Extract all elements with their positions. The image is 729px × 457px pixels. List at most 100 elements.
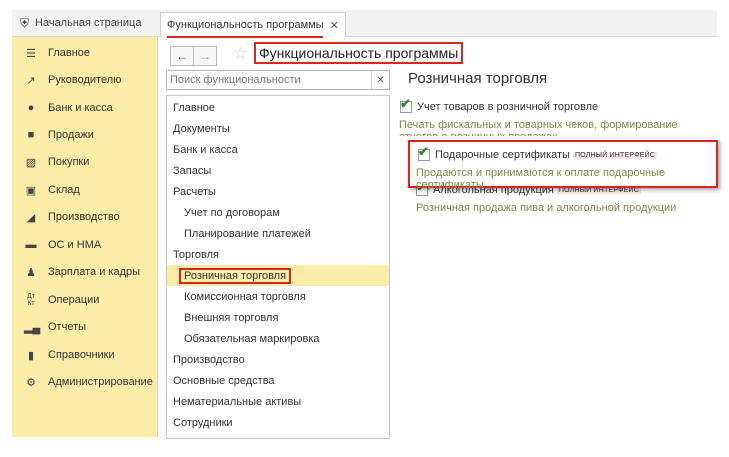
tree-item-contracts[interactable]: Учет по договорам <box>167 202 389 223</box>
tab-home-label: Начальная страница <box>35 17 142 29</box>
option-description: Продаются и принимаются к оплате подароч… <box>416 167 666 191</box>
tree-item-label: Сотрудники <box>173 416 233 429</box>
tree-item-label: Учет по договорам <box>184 206 280 219</box>
warehouse-icon: ▣ <box>25 184 37 197</box>
tree-item-documents[interactable]: Документы <box>167 118 389 139</box>
sidebar-item-label: ОС и НМА <box>48 239 102 251</box>
sidebar-item-label: Руководителю <box>48 74 122 86</box>
tree-item-label: Запасы <box>173 164 212 177</box>
sidebar-item-label: Зарплата и кадры <box>48 266 141 278</box>
sidebar-item-production[interactable]: ◢ Производство <box>12 206 157 228</box>
option-description: Розничная продажа пива и алкогольной про… <box>416 202 677 214</box>
sidebar-item-label: Покупки <box>48 156 90 168</box>
page-title: Функциональность программы <box>254 42 464 64</box>
sidebar-item-label: Операции <box>48 294 100 306</box>
favorite-star-icon[interactable]: ☆ <box>233 44 248 64</box>
sidebar-item-label: Главное <box>48 47 91 59</box>
sidebar-item-label: Производство <box>48 211 120 223</box>
briefcase-icon: ■ <box>27 129 35 141</box>
sidebar-item-salary[interactable]: ♟ Зарплата и кадры <box>12 261 157 283</box>
gear-icon: ⚙ <box>26 376 36 389</box>
clear-search-icon[interactable]: ✕ <box>371 71 389 89</box>
sidebar-item-label: Склад <box>48 184 80 196</box>
sidebar-item-sales[interactable]: ■ Продажи <box>12 124 157 146</box>
retail-accounting-checkbox[interactable]: ✔ <box>400 96 412 113</box>
checkmark-icon: ✔ <box>418 144 429 159</box>
tree-item-retail[interactable]: Розничная торговля <box>167 265 389 286</box>
tree-item-intangible[interactable]: Нематериальные активы <box>167 391 389 412</box>
arrow-left-icon: ← <box>176 49 188 63</box>
home-icon: ⛨ <box>20 15 30 30</box>
sidebar-item-warehouse[interactable]: ▣ Склад <box>12 179 157 201</box>
truck-icon: ▬ <box>25 239 37 251</box>
option-gift-certificates: ✔ Подарочные сертификаты ПОЛНЫЙ ИНТЕРФЕЙ… <box>418 144 658 161</box>
tree-item-label: Комиссионная торговля <box>184 290 306 303</box>
section-title: Розничная торговля <box>408 70 548 87</box>
sidebar-item-bank[interactable]: ● Банк и касса <box>12 97 157 119</box>
nav-buttons: ← → <box>170 46 217 66</box>
search-field: ✕ <box>166 70 390 90</box>
coin-icon: ● <box>27 102 35 114</box>
tree-item-label: Внешняя торговля <box>184 311 279 324</box>
tree-item-settlements[interactable]: Расчеты <box>167 181 389 202</box>
sidebar-item-label: Отчеты <box>48 321 87 333</box>
tab-functionality-label: Функциональность программы <box>167 19 324 31</box>
functionality-tree: Главное Документы Банк и касса Запасы Ра… <box>166 95 390 439</box>
sidebar-item-assets[interactable]: ▬ ОС и НМА <box>12 234 157 256</box>
bar-chart-icon: ▂▄ <box>24 321 41 334</box>
trend-icon: ↗ <box>26 74 36 87</box>
forward-button[interactable]: → <box>194 46 217 66</box>
sidebar-item-operations[interactable]: Дт Кт Операции <box>12 289 157 311</box>
dt-kt-icon: Дт Кт <box>27 293 35 307</box>
arrow-right-icon: → <box>199 49 211 63</box>
sidebar-item-label: Справочники <box>48 349 115 361</box>
sidebar-item-label: Банк и касса <box>48 102 113 114</box>
tree-item-label: Планирование платежей <box>184 227 311 240</box>
tree-item-bank[interactable]: Банк и касса <box>167 139 389 160</box>
option-description: Печать фискальных и товарных чеков, форм… <box>399 119 678 136</box>
menu-icon: ☰ <box>26 47 36 60</box>
tree-item-fixed-assets[interactable]: Основные средства <box>167 370 389 391</box>
tree-item-production[interactable]: Производство <box>167 349 389 370</box>
tree-item-label: Банк и касса <box>173 143 238 156</box>
tree-item-stock[interactable]: Запасы <box>167 160 389 181</box>
sidebar: ☰ Главное ↗ Руководителю ● Банк и касса … <box>12 37 158 437</box>
sidebar-item-reports[interactable]: ▂▄ Отчеты <box>12 316 157 338</box>
close-icon[interactable]: ✕ <box>330 19 339 32</box>
tree-item-label: Главное <box>173 101 216 114</box>
option-label: Подарочные сертификаты <box>435 149 570 161</box>
option-retail-accounting: ✔ Учет товаров в розничной торговле <box>400 96 599 113</box>
sidebar-item-references[interactable]: ▮ Справочники <box>12 344 157 366</box>
checkmark-icon: ✔ <box>400 96 411 111</box>
sidebar-item-manager[interactable]: ↗ Руководителю <box>12 69 157 91</box>
tree-item-main[interactable]: Главное <box>167 97 389 118</box>
sidebar-item-label: Продажи <box>48 129 94 141</box>
tree-item-label: Торговля <box>173 248 219 261</box>
sidebar-item-admin[interactable]: ⚙ Администрирование <box>12 371 157 393</box>
search-input[interactable] <box>170 71 370 89</box>
tree-item-label: Документы <box>173 122 230 135</box>
tab-functionality[interactable]: Функциональность программы ✕ <box>160 12 346 38</box>
gift-certificates-highlight: ✔ Подарочные сертификаты ПОЛНЫЙ ИНТЕРФЕЙ… <box>408 140 718 191</box>
option-label: Учет товаров в розничной торговле <box>417 101 599 113</box>
tree-item-commission[interactable]: Комиссионная торговля <box>167 286 389 307</box>
tree-item-label: Производство <box>173 353 245 366</box>
tree-item-payment-planning[interactable]: Планирование платежей <box>167 223 389 244</box>
sidebar-item-main[interactable]: ☰ Главное <box>12 42 157 64</box>
tree-item-label: Розничная торговля <box>179 267 292 284</box>
sidebar-item-purchases[interactable]: ▨ Покупки <box>12 151 157 173</box>
tab-active-indicator <box>167 36 323 38</box>
person-icon: ♟ <box>26 266 36 279</box>
cart-icon: ▨ <box>25 156 37 169</box>
back-button[interactable]: ← <box>170 46 194 66</box>
tree-item-label: Расчеты <box>173 185 216 198</box>
tree-item-label: Обязательная маркировка <box>184 332 320 345</box>
tree-item-label: Основные средства <box>173 374 275 387</box>
tree-item-employees[interactable]: Сотрудники <box>167 412 389 433</box>
tree-item-foreign-trade[interactable]: Внешняя торговля <box>167 307 389 328</box>
tree-item-trade[interactable]: Торговля <box>167 244 389 265</box>
tree-item-marking[interactable]: Обязательная маркировка <box>167 328 389 349</box>
gift-certificates-checkbox[interactable]: ✔ <box>418 144 430 161</box>
tab-home[interactable]: ⛨ Начальная страница <box>12 10 149 36</box>
sidebar-item-label: Администрирование <box>48 376 153 388</box>
